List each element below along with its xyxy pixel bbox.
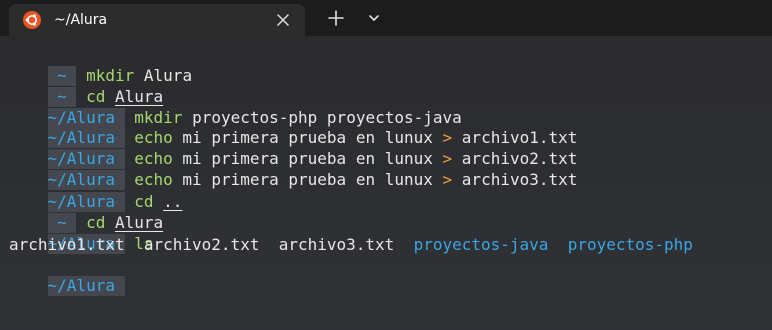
terminal-line: ~/Alura echo mi primera prueba en lunux … (9, 108, 577, 148)
chevron-down-icon[interactable] (364, 8, 384, 28)
current-prompt-line: ~/Alura (9, 256, 125, 296)
ls-output: archivo1.txt archivo2.txt archivo3.txt p… (9, 235, 693, 255)
terminal-line: ~/Alura ls (9, 214, 154, 254)
file-entry: archivo2.txt (143, 235, 260, 254)
terminal-output[interactable]: ~ mkdir Alura ~ cd Alura ~/Alura mkdir p… (0, 36, 772, 330)
terminal-line: ~/Alura echo mi primera prueba en lunux … (9, 129, 577, 169)
terminal-line: ~ mkdir Alura (9, 46, 192, 86)
prompt: ~/Alura (47, 276, 125, 296)
plus-icon[interactable] (326, 8, 346, 28)
tab-title: ~/Alura (54, 12, 108, 28)
directory-entry: proyectos-php (567, 235, 693, 254)
file-entry: archivo3.txt (278, 235, 395, 254)
redirect-operator: > (442, 170, 453, 189)
terminal-line: ~/Alura echo mi primera prueba en lunux … (9, 150, 577, 190)
redirect-target: archivo3.txt (461, 170, 578, 189)
terminal-tab[interactable]: ~/Alura (9, 4, 305, 36)
command-args: .. (163, 192, 183, 211)
directory-entry: proyectos-java (413, 235, 549, 254)
terminal-line: ~ cd Alura (9, 67, 163, 107)
close-icon[interactable] (274, 11, 292, 29)
terminal-line: ~ cd Alura (9, 193, 163, 233)
terminal-line: ~/Alura mkdir proyectos-php proyectos-ja… (9, 88, 462, 128)
ubuntu-logo-icon (23, 11, 41, 29)
terminal-line: ~/Alura cd .. (9, 172, 182, 212)
file-entry: archivo1.txt (9, 235, 125, 254)
command-args: mi primera prueba en lunux (182, 170, 433, 189)
tab-bar: ~/Alura (0, 0, 772, 36)
